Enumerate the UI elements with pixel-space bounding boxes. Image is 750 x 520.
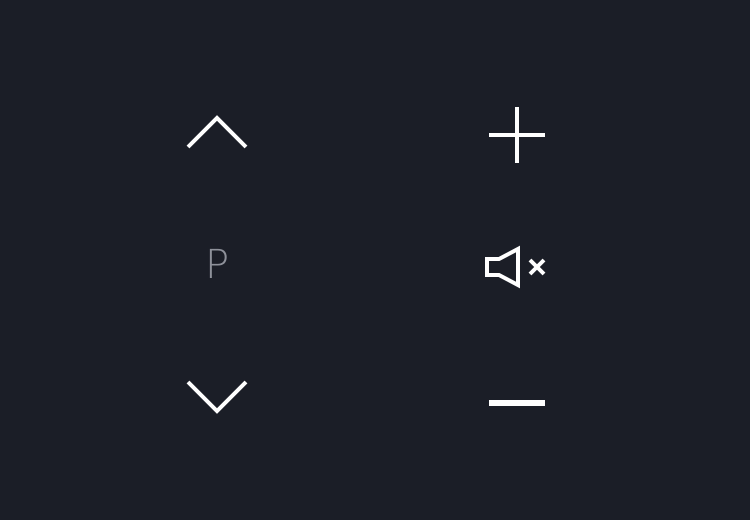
volume-down-button[interactable] [477, 368, 557, 438]
plus-icon [489, 107, 545, 163]
speaker-mute-icon [485, 245, 546, 289]
mute-button[interactable] [477, 232, 557, 302]
remote-control-panel: P [0, 0, 750, 520]
channel-label: P [204, 242, 230, 288]
volume-up-button[interactable] [477, 100, 557, 170]
minus-icon [489, 400, 545, 406]
chevron-down-icon [186, 380, 248, 414]
chevron-up-icon [186, 115, 248, 149]
channel-up-button[interactable] [177, 96, 257, 166]
channel-label-container: P [177, 230, 257, 300]
channel-down-button[interactable] [177, 363, 257, 433]
